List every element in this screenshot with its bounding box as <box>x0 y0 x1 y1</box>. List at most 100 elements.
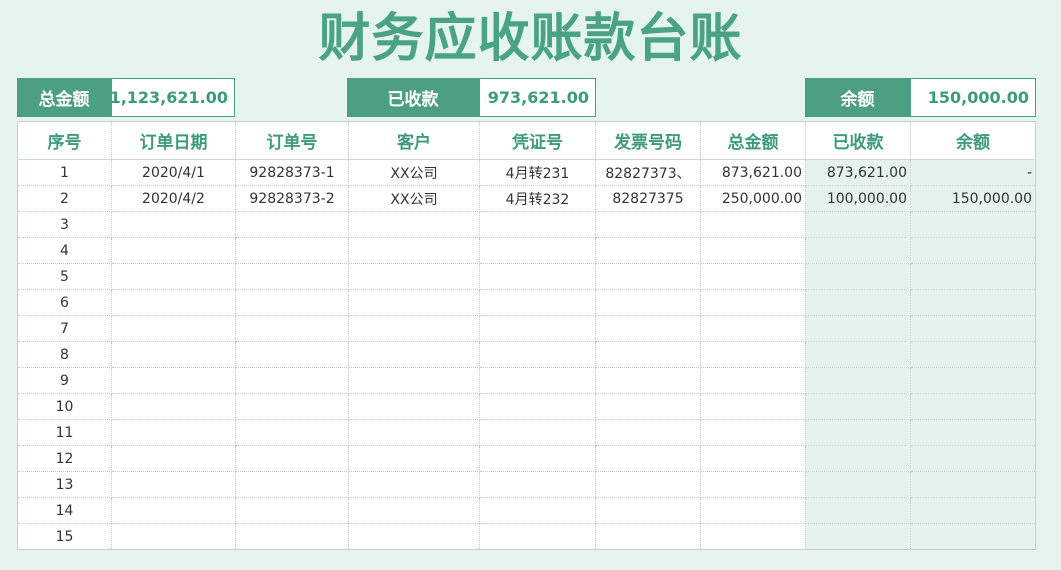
total-amount-value[interactable]: 1,123,621.00 <box>110 78 235 117</box>
cell-received[interactable] <box>805 341 911 368</box>
cell-balance[interactable] <box>910 263 1036 290</box>
header-received[interactable]: 已收款 <box>805 121 911 160</box>
cell-order-date[interactable] <box>111 367 236 394</box>
cell-invoice-no[interactable] <box>595 237 701 264</box>
cell-total-amount[interactable] <box>700 523 806 550</box>
cell-order-date[interactable]: 2020/4/1 <box>111 159 236 186</box>
cell-voucher-no[interactable] <box>479 523 596 550</box>
cell-customer[interactable] <box>348 211 480 238</box>
cell-balance[interactable] <box>910 445 1036 472</box>
cell-total-amount[interactable] <box>700 211 806 238</box>
cell-voucher-no[interactable] <box>479 445 596 472</box>
cell-order-date[interactable] <box>111 419 236 446</box>
cell-invoice-no[interactable] <box>595 471 701 498</box>
cell-invoice-no[interactable] <box>595 315 701 342</box>
cell-total-amount[interactable] <box>700 471 806 498</box>
cell-total-amount[interactable] <box>700 367 806 394</box>
cell-received[interactable] <box>805 523 911 550</box>
cell-customer[interactable]: XX公司 <box>348 159 480 186</box>
cell-invoice-no[interactable]: 82827373、 <box>595 159 701 186</box>
cell-order-date[interactable] <box>111 445 236 472</box>
cell-invoice-no[interactable] <box>595 263 701 290</box>
cell-customer[interactable] <box>348 419 480 446</box>
cell-seq[interactable]: 14 <box>17 497 112 524</box>
cell-customer[interactable] <box>348 523 480 550</box>
header-total-amount[interactable]: 总金额 <box>700 121 806 160</box>
cell-balance[interactable] <box>910 367 1036 394</box>
cell-received[interactable] <box>805 237 911 264</box>
cell-order-date[interactable] <box>111 497 236 524</box>
cell-order-no[interactable] <box>235 471 349 498</box>
cell-total-amount[interactable] <box>700 341 806 368</box>
cell-seq[interactable]: 7 <box>17 315 112 342</box>
cell-received[interactable] <box>805 211 911 238</box>
cell-seq[interactable]: 13 <box>17 471 112 498</box>
header-order-date[interactable]: 订单日期 <box>111 121 236 160</box>
received-label[interactable]: 已收款 <box>347 78 479 117</box>
cell-order-date[interactable] <box>111 523 236 550</box>
cell-customer[interactable] <box>348 263 480 290</box>
cell-invoice-no[interactable] <box>595 211 701 238</box>
cell-order-date[interactable] <box>111 315 236 342</box>
cell-customer[interactable] <box>348 341 480 368</box>
cell-voucher-no[interactable] <box>479 237 596 264</box>
cell-order-no[interactable] <box>235 289 349 316</box>
cell-voucher-no[interactable] <box>479 211 596 238</box>
cell-received[interactable] <box>805 367 911 394</box>
cell-order-date[interactable] <box>111 263 236 290</box>
cell-seq[interactable]: 4 <box>17 237 112 264</box>
cell-order-no[interactable] <box>235 315 349 342</box>
cell-order-no[interactable]: 92828373-1 <box>235 159 349 186</box>
cell-received[interactable] <box>805 497 911 524</box>
cell-customer[interactable] <box>348 471 480 498</box>
cell-total-amount[interactable] <box>700 289 806 316</box>
cell-customer[interactable] <box>348 367 480 394</box>
cell-total-amount[interactable] <box>700 419 806 446</box>
cell-invoice-no[interactable] <box>595 289 701 316</box>
cell-order-no[interactable] <box>235 393 349 420</box>
cell-seq[interactable]: 10 <box>17 393 112 420</box>
cell-balance[interactable] <box>910 315 1036 342</box>
cell-voucher-no[interactable] <box>479 419 596 446</box>
cell-customer[interactable] <box>348 315 480 342</box>
cell-balance[interactable] <box>910 523 1036 550</box>
cell-balance[interactable] <box>910 237 1036 264</box>
cell-received[interactable] <box>805 315 911 342</box>
cell-received[interactable] <box>805 393 911 420</box>
cell-total-amount[interactable] <box>700 445 806 472</box>
cell-balance[interactable] <box>910 289 1036 316</box>
cell-order-no[interactable] <box>235 211 349 238</box>
balance-value[interactable]: 150,000.00 <box>910 78 1036 117</box>
cell-invoice-no[interactable] <box>595 393 701 420</box>
cell-total-amount[interactable] <box>700 263 806 290</box>
cell-balance[interactable]: - <box>910 159 1036 186</box>
cell-order-no[interactable]: 92828373-2 <box>235 185 349 212</box>
cell-order-date[interactable] <box>111 341 236 368</box>
cell-voucher-no[interactable] <box>479 341 596 368</box>
cell-order-no[interactable] <box>235 523 349 550</box>
cell-order-date[interactable] <box>111 393 236 420</box>
cell-received[interactable] <box>805 419 911 446</box>
cell-total-amount[interactable] <box>700 393 806 420</box>
header-voucher-no[interactable]: 凭证号 <box>479 121 596 160</box>
cell-invoice-no[interactable] <box>595 523 701 550</box>
cell-voucher-no[interactable] <box>479 315 596 342</box>
cell-order-date[interactable]: 2020/4/2 <box>111 185 236 212</box>
cell-voucher-no[interactable]: 4月转232 <box>479 185 596 212</box>
cell-customer[interactable] <box>348 289 480 316</box>
cell-seq[interactable]: 12 <box>17 445 112 472</box>
cell-total-amount[interactable] <box>700 315 806 342</box>
cell-total-amount[interactable] <box>700 497 806 524</box>
cell-customer[interactable]: XX公司 <box>348 185 480 212</box>
cell-voucher-no[interactable] <box>479 289 596 316</box>
cell-customer[interactable] <box>348 393 480 420</box>
cell-invoice-no[interactable] <box>595 341 701 368</box>
cell-balance[interactable] <box>910 471 1036 498</box>
cell-balance[interactable] <box>910 419 1036 446</box>
cell-received[interactable] <box>805 289 911 316</box>
cell-invoice-no[interactable] <box>595 445 701 472</box>
cell-seq[interactable]: 6 <box>17 289 112 316</box>
cell-received[interactable]: 873,621.00 <box>805 159 911 186</box>
cell-invoice-no[interactable] <box>595 367 701 394</box>
cell-total-amount[interactable]: 250,000.00 <box>700 185 806 212</box>
